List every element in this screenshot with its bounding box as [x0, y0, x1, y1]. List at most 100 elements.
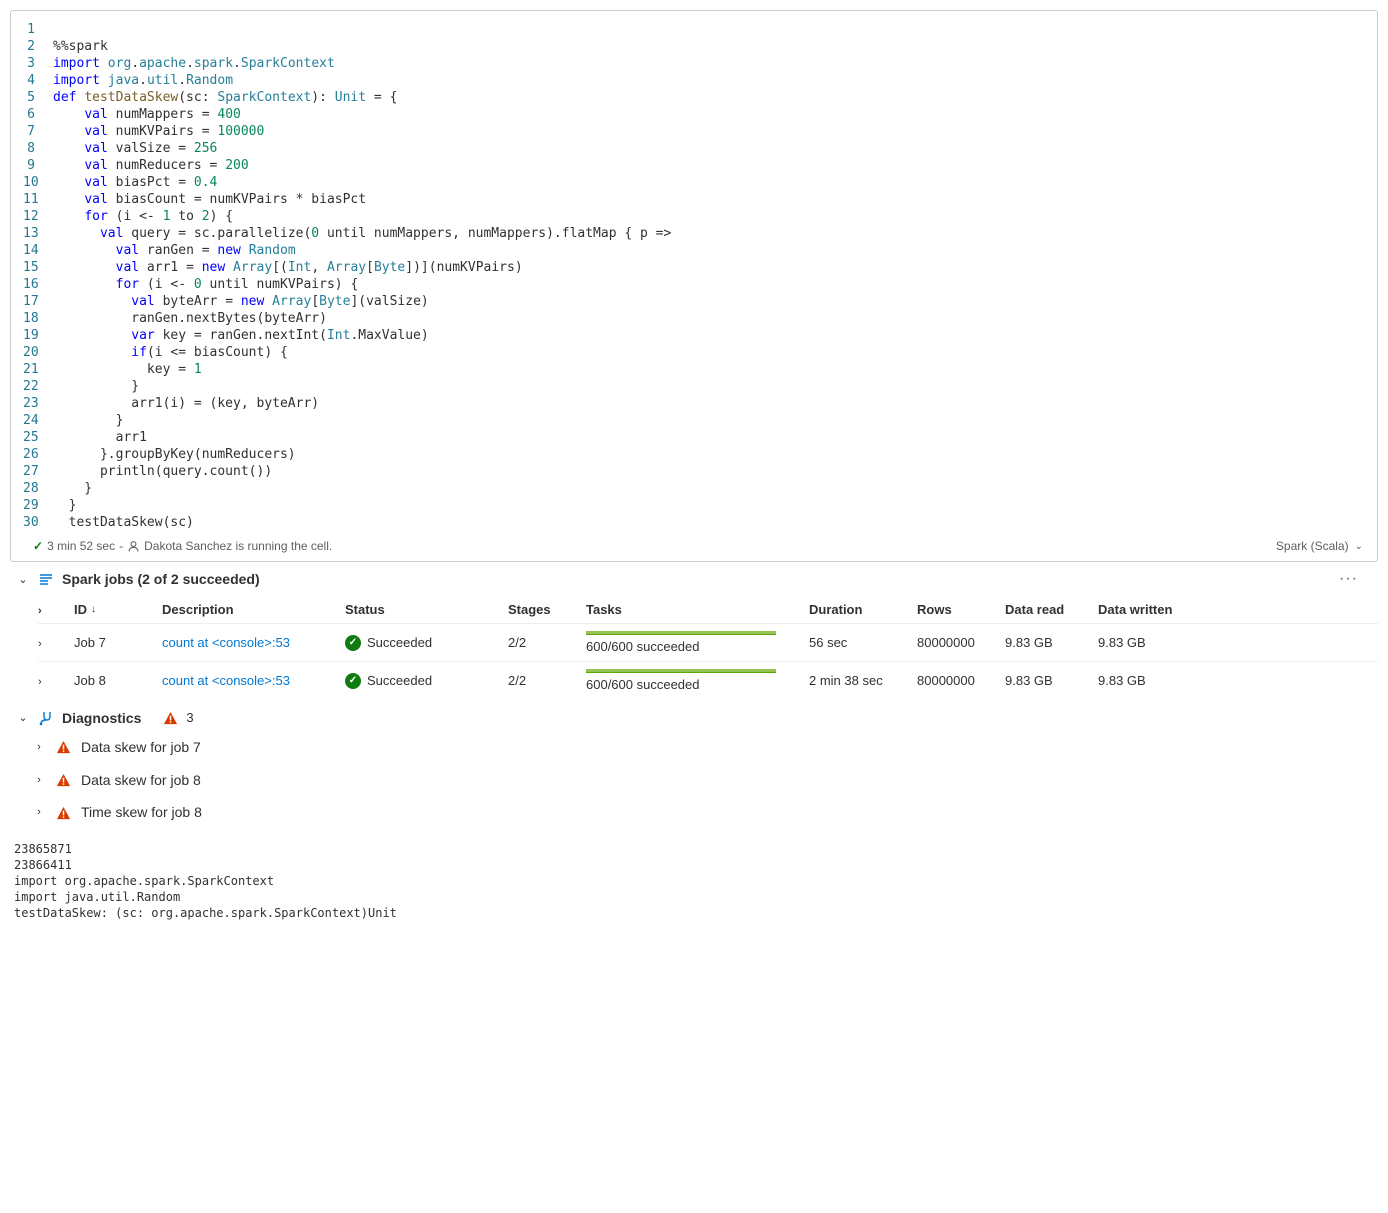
toggle-diagnostics-icon[interactable]: ⌄ — [16, 711, 30, 724]
code-line: 13 val query = sc.parallelize(0 until nu… — [23, 225, 1365, 242]
code-cell: 12%%spark3import org.apache.spark.SparkC… — [10, 10, 1378, 562]
code-line: 24 } — [23, 412, 1365, 429]
line-number: 12 — [23, 208, 53, 225]
job-id: Job 8 — [74, 673, 154, 688]
col-stages[interactable]: Stages — [508, 602, 578, 617]
code-text: for (i <- 1 to 2) { — [53, 208, 1365, 225]
code-text: val numKVPairs = 100000 — [53, 123, 1365, 140]
code-text: val biasPct = 0.4 — [53, 174, 1365, 191]
col-duration[interactable]: Duration — [809, 602, 909, 617]
diagnostic-item[interactable]: ›Data skew for job 7 — [10, 730, 1378, 763]
sort-down-icon: ↓ — [91, 604, 96, 615]
code-line: 20 if(i <= biasCount) { — [23, 344, 1365, 361]
code-text: def testDataSkew(sc: SparkContext): Unit… — [53, 89, 1365, 106]
code-text: val valSize = 256 — [53, 140, 1365, 157]
diagnostic-text: Time skew for job 8 — [81, 804, 202, 820]
line-number: 30 — [23, 514, 53, 531]
job-data-read: 9.83 GB — [1005, 635, 1090, 650]
code-text: println(query.count()) — [53, 463, 1365, 480]
code-line: 6 val numMappers = 400 — [23, 106, 1365, 123]
jobs-table-header: › ID ↓ Description Status Stages Tasks D… — [38, 596, 1378, 623]
expand-diag-icon[interactable]: › — [32, 806, 46, 818]
line-number: 7 — [23, 123, 53, 140]
col-data-written[interactable]: Data written — [1098, 602, 1188, 617]
line-number: 6 — [23, 106, 53, 123]
code-line: 7 val numKVPairs = 100000 — [23, 123, 1365, 140]
expand-row-icon[interactable]: › — [38, 638, 42, 650]
line-number: 4 — [23, 72, 53, 89]
code-line: 5def testDataSkew(sc: SparkContext): Uni… — [23, 89, 1365, 106]
job-data-written: 9.83 GB — [1098, 635, 1188, 650]
line-number: 15 — [23, 259, 53, 276]
code-line: 30 testDataSkew(sc) — [23, 514, 1365, 531]
code-line: 22 } — [23, 378, 1365, 395]
col-id[interactable]: ID ↓ — [74, 602, 154, 617]
warning-icon — [56, 771, 71, 788]
warning-icon — [56, 738, 71, 755]
more-icon[interactable]: ··· — [1339, 570, 1372, 588]
diagnostic-item[interactable]: › Time skew for job 8 — [10, 796, 1378, 829]
spark-jobs-icon — [38, 571, 54, 588]
code-line: 21 key = 1 — [23, 361, 1365, 378]
code-text: val numReducers = 200 — [53, 157, 1365, 174]
code-editor[interactable]: 12%%spark3import org.apache.spark.SparkC… — [23, 21, 1365, 531]
line-number: 8 — [23, 140, 53, 157]
kernel-selector[interactable]: Spark (Scala) ⌄ — [1276, 539, 1363, 553]
line-number: 10 — [23, 174, 53, 191]
job-description-link[interactable]: count at <console>:53 — [162, 635, 337, 650]
diagnostic-text: Data skew for job 8 — [81, 772, 201, 788]
diagnostics-title: Diagnostics — [62, 710, 141, 726]
code-text: }.groupByKey(numReducers) — [53, 446, 1365, 463]
spark-jobs-title: Spark jobs (2 of 2 succeeded) — [62, 571, 260, 587]
code-line: 8 val valSize = 256 — [23, 140, 1365, 157]
job-row: ›Job 8count at <console>:53✓Succeeded2/2… — [38, 661, 1378, 699]
col-data-read[interactable]: Data read — [1005, 602, 1090, 617]
code-line: 29 } — [23, 497, 1365, 514]
col-status[interactable]: Status — [345, 602, 500, 617]
code-line: 26 }.groupByKey(numReducers) — [23, 446, 1365, 463]
expand-diag-icon[interactable]: › — [32, 741, 46, 753]
col-rows[interactable]: Rows — [917, 602, 997, 617]
jobs-table: › ID ↓ Description Status Stages Tasks D… — [10, 596, 1378, 699]
code-text: testDataSkew(sc) — [53, 514, 1365, 531]
col-description[interactable]: Description — [162, 602, 337, 617]
code-line: 4import java.util.Random — [23, 72, 1365, 89]
col-tasks[interactable]: Tasks — [586, 602, 801, 617]
job-id: Job 7 — [74, 635, 154, 650]
code-line: 25 arr1 — [23, 429, 1365, 446]
expand-all-icon[interactable]: › — [38, 605, 42, 617]
line-number: 16 — [23, 276, 53, 293]
job-tasks: 600/600 succeeded — [586, 631, 801, 654]
code-text: for (i <- 0 until numKVPairs) { — [53, 276, 1365, 293]
expand-diag-icon[interactable]: › — [32, 774, 46, 786]
code-text: val arr1 = new Array[(Int, Array[Byte])]… — [53, 259, 1365, 276]
toggle-jobs-icon[interactable]: ⌄ — [16, 573, 30, 586]
job-rows-count: 80000000 — [917, 635, 997, 650]
code-line: 23 arr1(i) = (key, byteArr) — [23, 395, 1365, 412]
code-line: 9 val numReducers = 200 — [23, 157, 1365, 174]
code-line: 2%%spark — [23, 38, 1365, 55]
line-number: 21 — [23, 361, 53, 378]
line-number: 14 — [23, 242, 53, 259]
expand-row-icon[interactable]: › — [38, 676, 42, 688]
code-text: val query = sc.parallelize(0 until numMa… — [53, 225, 1365, 242]
task-progress-bar — [586, 669, 776, 673]
spark-jobs-header: ⌄ Spark jobs (2 of 2 succeeded) ··· — [10, 562, 1378, 596]
line-number: 11 — [23, 191, 53, 208]
line-number: 2 — [23, 38, 53, 55]
diagnostic-item[interactable]: › Data skew for job 8 — [10, 763, 1378, 796]
diagnostics-count: 3 — [186, 710, 193, 725]
job-rows-count: 80000000 — [917, 673, 997, 688]
code-line: 12 for (i <- 1 to 2) { — [23, 208, 1365, 225]
job-description-link[interactable]: count at <console>:53 — [162, 673, 337, 688]
code-text: val byteArr = new Array[Byte](valSize) — [53, 293, 1365, 310]
line-number: 3 — [23, 55, 53, 72]
code-text: ranGen.nextBytes(byteArr) — [53, 310, 1365, 327]
line-number: 23 — [23, 395, 53, 412]
diagnostics-header: ⌄ Diagnostics 3 — [10, 699, 1378, 730]
code-text: } — [53, 378, 1365, 395]
code-text: } — [53, 480, 1365, 497]
job-tasks: 600/600 succeeded — [586, 669, 801, 692]
warning-icon — [56, 804, 71, 821]
job-status: ✓Succeeded — [345, 635, 500, 651]
